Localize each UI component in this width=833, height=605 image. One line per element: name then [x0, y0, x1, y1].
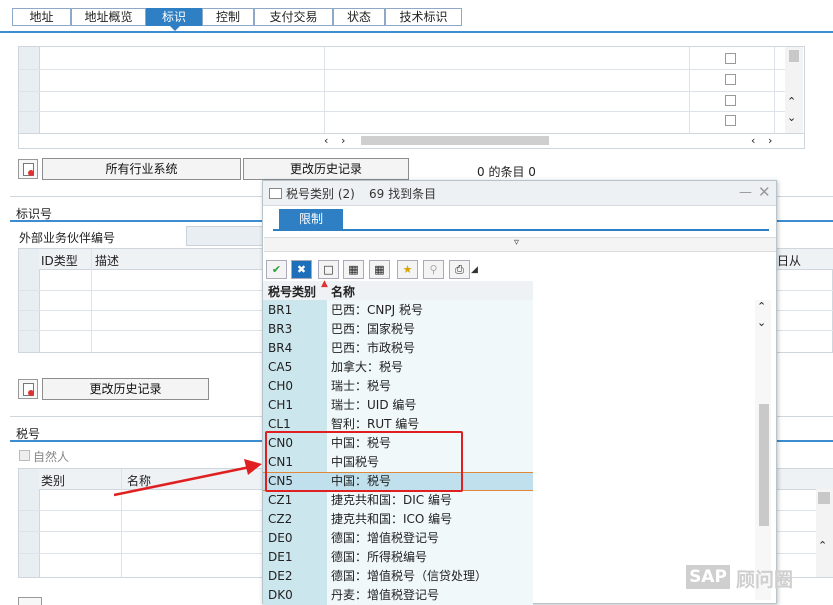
ext-partner-input[interactable]: [186, 226, 268, 246]
tab-identification[interactable]: 标识: [146, 8, 202, 26]
annotation-highlight-box: [265, 431, 463, 492]
restrict-collapse-bar[interactable]: ▿: [264, 237, 776, 252]
scroll-left-icon[interactable]: ‹: [751, 134, 755, 147]
scroll-up-icon[interactable]: ⌃: [787, 95, 796, 108]
row-selector-column[interactable]: [19, 469, 40, 577]
entries-count: 0 的条目 0: [477, 165, 536, 179]
list-item[interactable]: CH1 瑞士：UID 编号: [263, 396, 533, 415]
close-icon[interactable]: ✕: [758, 183, 771, 201]
tab-payment-transactions[interactable]: 支付交易: [254, 8, 333, 26]
add-favorite-icon[interactable]: ★: [397, 260, 418, 279]
list-item[interactable]: DE1 德国：所得税编号: [263, 548, 533, 567]
col-category[interactable]: 类别: [41, 472, 65, 489]
find-icon[interactable]: ▦: [343, 260, 364, 279]
col-valid-from[interactable]: 日从: [777, 252, 801, 269]
change-history-button[interactable]: 更改历史记录: [243, 158, 409, 180]
list-item[interactable]: CZ1 捷克共和国：DIC 编号: [263, 491, 533, 510]
row-selector-column[interactable]: [19, 47, 40, 133]
vertical-scrollbar[interactable]: ⌃: [816, 489, 833, 577]
natural-person-checkbox[interactable]: [19, 450, 30, 461]
find-next-icon[interactable]: ▦: [369, 260, 390, 279]
vertical-scrollbar[interactable]: ⌃ ⌄: [755, 300, 771, 600]
scroll-down-icon[interactable]: ⌄: [757, 316, 766, 329]
key-icon[interactable]: ⚲: [423, 260, 444, 279]
tab-status[interactable]: 状态: [333, 8, 385, 26]
watermark-sap-logo: SAP: [686, 565, 730, 589]
scroll-right-icon[interactable]: ›: [768, 134, 772, 147]
tab-address-overview[interactable]: 地址概览: [71, 8, 146, 26]
scroll-thumb[interactable]: [789, 50, 799, 62]
new-document-icon[interactable]: □: [318, 260, 339, 279]
popup-found-count: 69 找到条目: [369, 187, 437, 201]
delete-row-button[interactable]: [18, 159, 38, 179]
cancel-icon[interactable]: ✖: [291, 260, 312, 279]
scroll-left-icon[interactable]: ‹: [324, 134, 328, 147]
row-selector-column[interactable]: [19, 249, 40, 352]
tab-restrict[interactable]: 限制: [279, 209, 343, 229]
tab-address[interactable]: 地址: [12, 8, 71, 26]
annotation-arrow-icon: [113, 459, 262, 497]
popup-titlebar[interactable]: 税号类别 (2) 69 找到条目 — ✕: [263, 181, 776, 206]
scroll-thumb[interactable]: [759, 404, 769, 526]
horizontal-scrollbar[interactable]: [361, 136, 549, 145]
list-item[interactable]: BR3 巴西：国家税号: [263, 320, 533, 339]
popup-title: 税号类别 (2): [286, 187, 355, 201]
result-header: 税号类别 ▲ 名称: [263, 279, 533, 301]
row-checkbox[interactable]: [725, 74, 736, 85]
popup-toolbar: ✔ ✖ □ ▦ ▦ ★ ⚲ ⎙ ◢: [263, 255, 533, 283]
scroll-thumb[interactable]: [818, 492, 830, 504]
print-icon[interactable]: ⎙: [449, 260, 470, 279]
list-item[interactable]: CZ2 捷克共和国：ICO 编号: [263, 510, 533, 529]
list-item[interactable]: DE0 德国：增值税登记号: [263, 529, 533, 548]
confirm-icon[interactable]: ✔: [266, 260, 287, 279]
row-checkbox[interactable]: [725, 53, 736, 64]
scroll-up-icon[interactable]: ⌃: [757, 300, 766, 313]
tab-technical-id[interactable]: 技术标识: [385, 8, 462, 26]
list-item[interactable]: DK0 丹麦：增值税登记号: [263, 586, 533, 605]
col-id-type[interactable]: ID类型: [41, 252, 78, 269]
list-item[interactable]: BR4 巴西：市政税号: [263, 339, 533, 358]
minimize-icon[interactable]: —: [739, 185, 752, 200]
list-item[interactable]: CH0 瑞士：税号: [263, 377, 533, 396]
delete-row-button[interactable]: [18, 379, 38, 399]
row-checkbox[interactable]: [725, 115, 736, 126]
window-icon: [269, 188, 282, 199]
scroll-up-icon[interactable]: ⌃: [818, 539, 827, 552]
scroll-down-icon[interactable]: ⌄: [787, 111, 796, 124]
scroll-right-icon[interactable]: ›: [341, 134, 345, 147]
toolbar-dropdown-icon[interactable]: ◢: [471, 265, 478, 275]
watermark-text: 顾问圈: [736, 569, 794, 591]
col-description[interactable]: 描述: [95, 252, 119, 269]
col-tax-name[interactable]: 名称: [331, 283, 355, 300]
active-tab-pointer: [170, 26, 180, 31]
tax-category-popup: 税号类别 (2) 69 找到条目 — ✕ 限制 ▿ ✔ ✖ □ ▦ ▦ ★ ⚲ …: [262, 180, 777, 605]
tab-control[interactable]: 控制: [202, 8, 254, 26]
row-checkbox[interactable]: [725, 95, 736, 106]
natural-person-label: 自然人: [33, 450, 70, 464]
change-history-button[interactable]: 更改历史记录: [42, 378, 209, 400]
col-tax-category[interactable]: 税号类别: [268, 283, 316, 300]
list-item[interactable]: DE2 德国：增值税号（信贷处理）: [263, 567, 533, 586]
tab-strip-rule: [0, 31, 833, 33]
vertical-scrollbar[interactable]: ⌃ ⌄: [785, 47, 803, 133]
ext-partner-label: 外部业务伙伴编号: [19, 231, 116, 245]
list-item[interactable]: BR1 巴西：CNPJ 税号: [263, 301, 533, 320]
list-item[interactable]: CA5 加拿大：税号: [263, 358, 533, 377]
expand-down-icon[interactable]: ▿: [514, 237, 519, 248]
industry-grid: ⌃ ⌄ ‹ › ‹ ›: [18, 46, 805, 149]
sort-asc-icon: ▲: [321, 279, 328, 289]
all-industry-systems-button[interactable]: 所有行业系统: [42, 158, 241, 180]
